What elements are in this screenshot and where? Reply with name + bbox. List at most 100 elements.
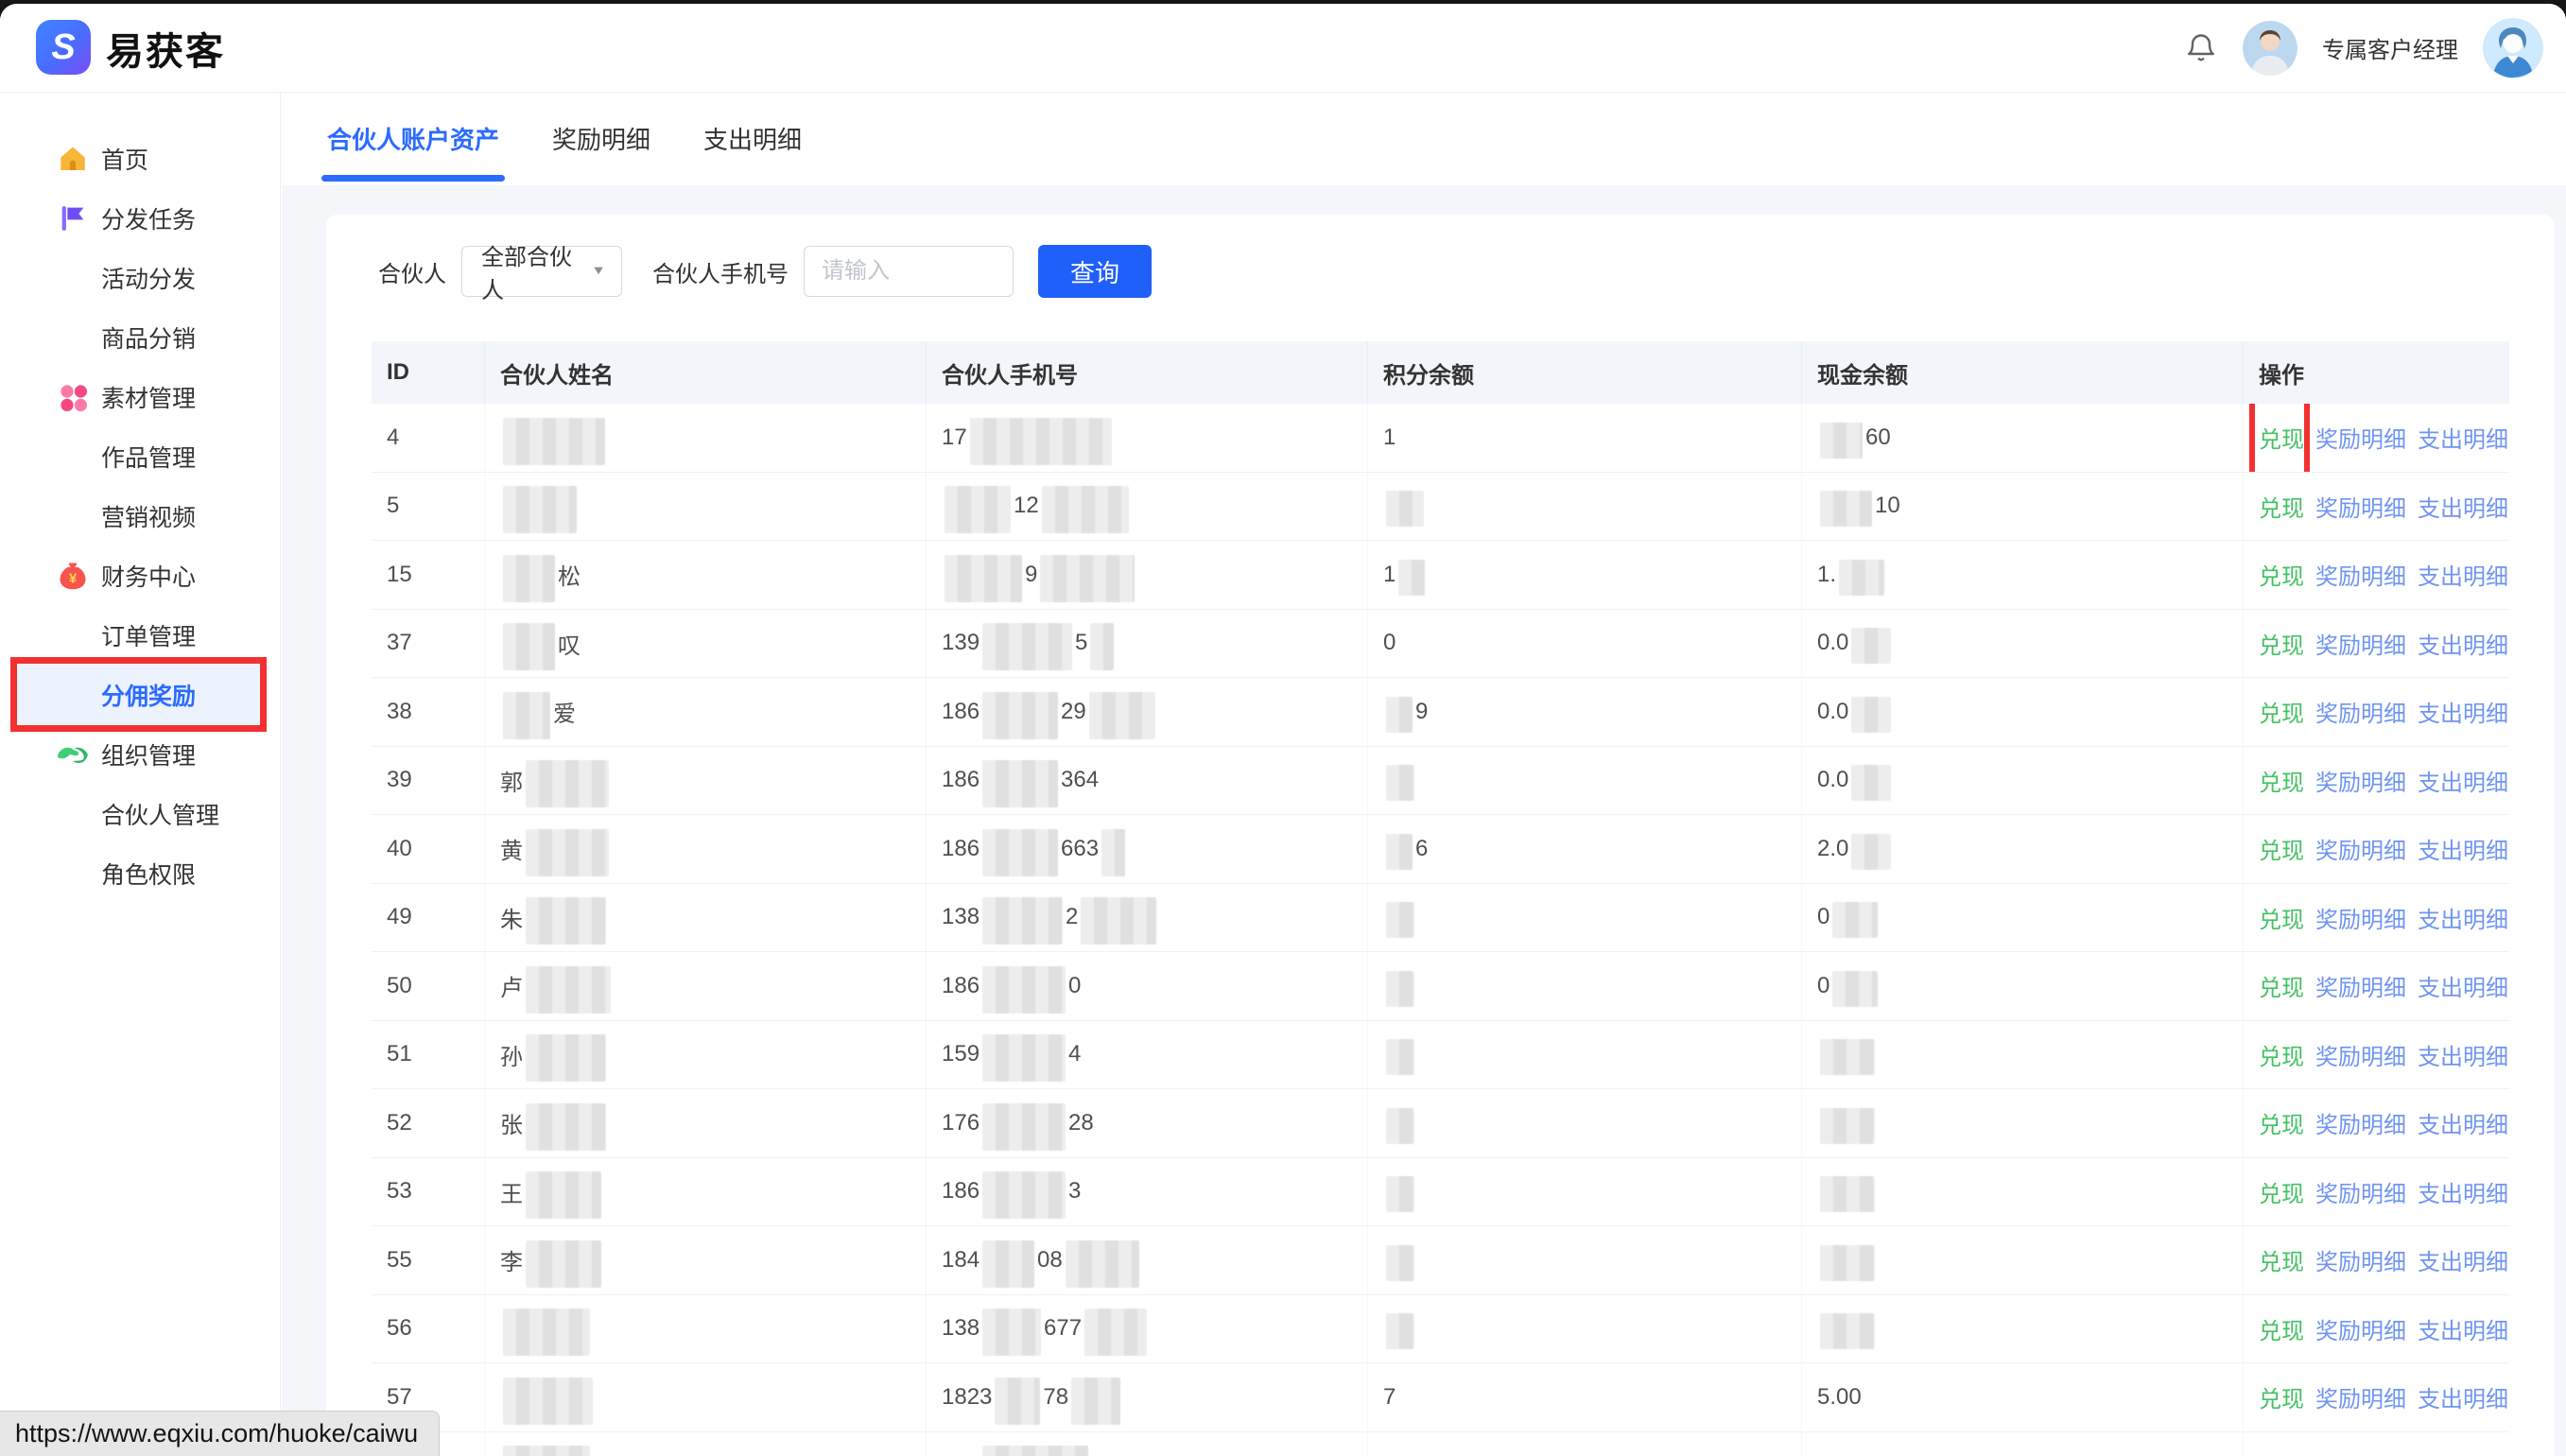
redacted-mosaic [1386,834,1413,870]
cash-out-link[interactable]: 兑现 [2259,832,2304,865]
cash-out-link[interactable]: 兑现 [2259,1380,2304,1413]
reward-detail-link[interactable]: 奖励明细 [2315,695,2406,728]
sidebar-item-finance-center[interactable]: ¥财务中心 [0,546,280,605]
reward-detail-link[interactable]: 奖励明细 [2315,421,2406,454]
table-row: 39郭1863640.0兑现奖励明细支出明细 [372,747,2509,816]
manager-avatar[interactable] [2243,21,2297,76]
cell-cash-balance: 1. [1802,541,2244,609]
cell-partner-phone: 183 [927,1432,1368,1456]
sidebar-item-commission-reward[interactable]: 分佣奖励 [17,665,261,724]
sidebar-item-organization-management[interactable]: 组织管理 [0,724,280,784]
expense-detail-link[interactable]: 支出明细 [2418,1380,2508,1413]
reward-detail-link[interactable]: 奖励明细 [2315,627,2406,660]
cell-text-fragment: 朱 [500,901,523,934]
expense-detail-link[interactable]: 支出明细 [2418,1243,2508,1276]
expense-detail-link[interactable]: 支出明细 [2418,901,2508,934]
expense-detail-link[interactable]: 支出明细 [2418,969,2508,1002]
user-avatar[interactable] [2483,18,2543,78]
expense-detail-link[interactable]: 支出明细 [2418,832,2508,865]
tab-partner-account-assets[interactable]: 合伙人账户资产 [327,92,499,185]
redacted-mosaic [982,1309,1041,1356]
reward-detail-link[interactable]: 奖励明细 [2315,1380,2406,1413]
cash-out-link[interactable]: 兑现 [2259,901,2304,934]
sidebar-item-activity-distribution[interactable]: 活动分发 [0,248,280,307]
cash-out-link[interactable]: 兑现 [2259,1106,2304,1139]
sidebar-item-label: 分佣奖励 [101,678,196,712]
cell-text-fragment: 7 [1383,1384,1396,1411]
expense-detail-link[interactable]: 支出明细 [2418,421,2508,454]
partner-assets-table: ID合伙人姓名合伙人手机号积分余额现金余额操作417160兑现奖励明细支出明细5… [372,341,2509,1456]
cash-out-link[interactable]: 兑现 [2259,764,2304,797]
redacted-mosaic [982,692,1058,739]
reward-detail-link[interactable]: 奖励明细 [2315,1106,2406,1139]
tab-reward-detail[interactable]: 奖励明细 [552,92,650,185]
expense-detail-link[interactable]: 支出明细 [2418,1175,2508,1208]
sidebar-item-home[interactable]: 首页 [0,129,280,188]
sidebar-item-material-management[interactable]: 素材管理 [0,367,280,426]
cash-out-link[interactable]: 兑现 [2259,1243,2304,1276]
cell-text-fragment: 6 [1415,836,1428,862]
cash-out-link[interactable]: 兑现 [2259,1449,2304,1456]
cell-text-fragment: 2.0 [1817,836,1848,862]
cell-text-fragment: 08 [1037,1247,1063,1274]
cell-text-fragment: 3 [1068,1178,1081,1205]
reward-detail-link[interactable]: 奖励明细 [2315,1312,2406,1345]
reward-detail-link[interactable]: 奖励明细 [2315,764,2406,797]
reward-detail-link[interactable]: 奖励明细 [2315,832,2406,865]
partner-select[interactable]: 全部合伙人 ▼ [461,246,622,297]
expense-detail-link[interactable]: 支出明细 [2418,1449,2508,1456]
cell-cash-balance: 5.00 [1802,1363,2244,1431]
cell-cash-balance: 10 [1802,473,2244,541]
cell-id: 53 [372,1158,485,1226]
cash-out-link[interactable]: 兑现 [2259,558,2304,591]
expense-detail-link[interactable]: 支出明细 [2418,1106,2508,1139]
sidebar-item-distribute-tasks[interactable]: 分发任务 [0,188,280,248]
redacted-mosaic [1071,1378,1120,1425]
search-button[interactable]: 查询 [1038,245,1152,298]
cell-text-fragment: 1. [1817,562,1836,588]
cash-out-link[interactable]: 兑现 [2259,969,2304,1002]
sidebar-item-marketing-video[interactable]: 营销视频 [0,486,280,546]
sidebar-item-works-management[interactable]: 作品管理 [0,426,280,486]
cash-out-link[interactable]: 兑现 [2259,1038,2304,1071]
sidebar-item-partner-management[interactable]: 合伙人管理 [0,784,280,843]
phone-input[interactable] [804,246,1014,297]
cell-cash-balance: 2.0 [1802,815,2244,883]
cash-out-link[interactable]: 兑现 [2259,1312,2304,1345]
reward-detail-link[interactable]: 奖励明细 [2315,1449,2406,1456]
cell-partner-name [485,473,927,541]
expense-detail-link[interactable]: 支出明细 [2418,627,2508,660]
reward-detail-link[interactable]: 奖励明细 [2315,1175,2406,1208]
reward-detail-link[interactable]: 奖励明细 [2315,1038,2406,1071]
cash-out-link[interactable]: 兑现 [2259,695,2304,728]
redacted-mosaic [982,1034,1066,1082]
cell-partner-name: 爱 [485,678,927,746]
clover-icon [54,378,92,416]
phone-filter-label: 合伙人手机号 [652,255,789,288]
expense-detail-link[interactable]: 支出明细 [2418,1038,2508,1071]
expense-detail-link[interactable]: 支出明细 [2418,558,2508,591]
sidebar-item-order-management[interactable]: 订单管理 [0,605,280,665]
reward-detail-link[interactable]: 奖励明细 [2315,901,2406,934]
cell-cash-balance [1802,1295,2244,1363]
cash-out-link[interactable]: 兑现 [2259,1175,2304,1208]
cell-id: 50 [372,952,485,1020]
expense-detail-link[interactable]: 支出明细 [2418,490,2508,523]
cash-out-link[interactable]: 兑现 [2259,490,2304,523]
reward-detail-link[interactable]: 奖励明细 [2315,490,2406,523]
sidebar-item-role-permission[interactable]: 角色权限 [0,843,280,903]
col-cash-balance: 现金余额 [1802,341,2244,404]
reward-detail-link[interactable]: 奖励明细 [2315,558,2406,591]
expense-detail-link[interactable]: 支出明细 [2418,1312,2508,1345]
reward-detail-link[interactable]: 奖励明细 [2315,969,2406,1002]
cell-text-fragment: 4 [1068,1041,1081,1067]
sidebar-item-product-distribution[interactable]: 商品分销 [0,307,280,367]
notification-bell-icon[interactable] [2184,29,2218,67]
expense-detail-link[interactable]: 支出明细 [2418,764,2508,797]
cash-out-link[interactable]: 兑现 [2259,627,2304,660]
reward-detail-link[interactable]: 奖励明细 [2315,1243,2406,1276]
tab-expense-detail[interactable]: 支出明细 [703,92,802,185]
cash-out-link[interactable]: 兑现 [2259,421,2304,454]
expense-detail-link[interactable]: 支出明细 [2418,695,2508,728]
redacted-mosaic [1820,423,1863,459]
